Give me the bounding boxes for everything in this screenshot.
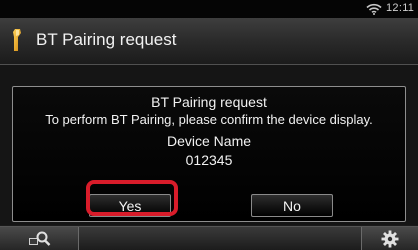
dialog-title: BT Pairing request [151,94,267,110]
settings-button[interactable] [361,227,418,250]
status-bar: 12:11 [0,0,418,18]
clock: 12:11 [386,2,415,14]
screen: 12:11 BT Pairing request BT Pairing requ… [0,0,418,250]
search-button[interactable] [0,227,79,250]
page-title: BT Pairing request [36,30,177,49]
device-name-value: 012345 [185,152,233,168]
wifi-icon [366,3,382,15]
bluetooth-phone-icon [13,29,21,51]
search-icon [29,231,51,246]
title-bar: BT Pairing request [0,18,418,65]
device-name-label: Device Name [166,133,252,149]
gear-icon [381,230,399,248]
pairing-dialog: BT Pairing request To perform BT Pairing… [12,86,406,222]
yes-button[interactable]: Yes [89,194,171,217]
no-button[interactable]: No [251,194,333,217]
bottom-bar [0,226,418,250]
dialog-message: To perform BT Pairing, please confirm th… [45,112,373,127]
